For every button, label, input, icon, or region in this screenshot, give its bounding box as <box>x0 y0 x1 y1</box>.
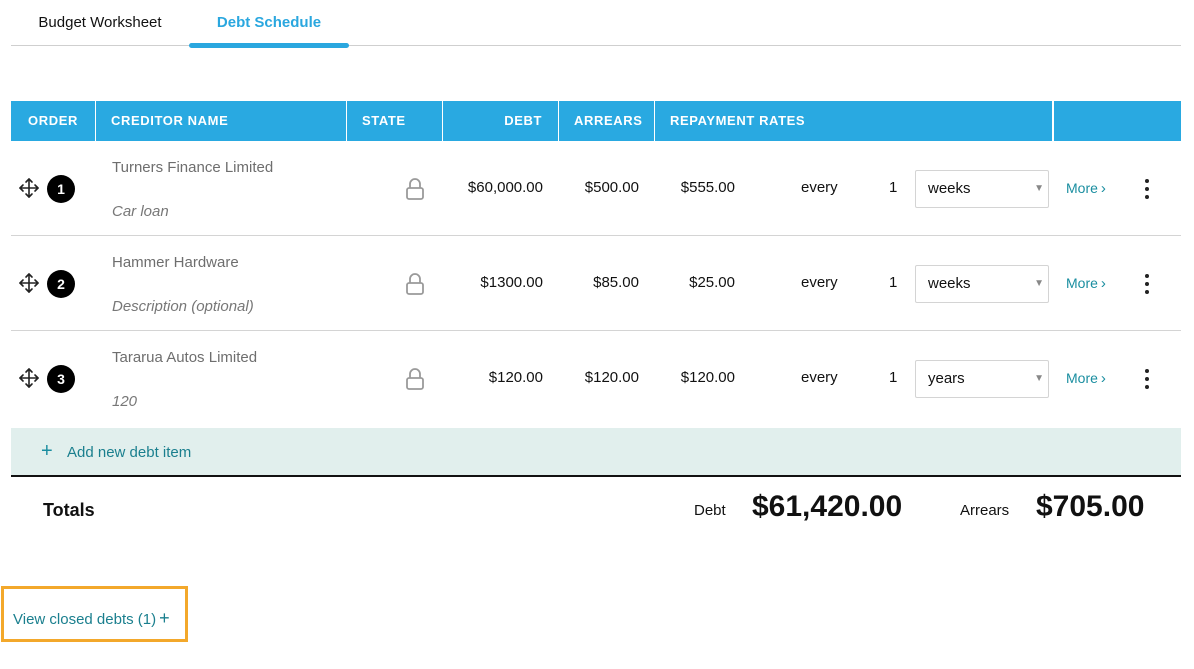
chevron-right-icon: › <box>1100 370 1106 387</box>
period-select[interactable]: years ▼ <box>915 360 1049 398</box>
table-header: ORDER CREDITOR NAME STATE DEBT ARREARS R… <box>11 101 1181 141</box>
add-debt-item-button[interactable]: + Add new debt item <box>11 428 1181 477</box>
header-repayment-rates: REPAYMENT RATES <box>655 101 1053 141</box>
more-label: More <box>1066 275 1098 291</box>
total-arrears-label: Arrears <box>960 502 1010 519</box>
total-debt-label: Debt <box>694 502 726 519</box>
header-debt[interactable]: DEBT <box>443 101 559 141</box>
more-label: More <box>1066 180 1098 196</box>
arrears-value[interactable]: $85.00 <box>559 274 639 291</box>
period-select[interactable]: weeks ▼ <box>915 265 1049 303</box>
period-select-value: weeks <box>928 275 971 292</box>
header-order[interactable]: ORDER <box>11 101 96 141</box>
lock-icon[interactable] <box>404 272 426 296</box>
more-link[interactable]: More › <box>1066 180 1106 197</box>
add-debt-item-label: Add new debt item <box>67 444 192 461</box>
order-badge: 3 <box>47 365 75 393</box>
repayment-amount[interactable]: $25.00 <box>655 274 735 291</box>
debt-value[interactable]: $120.00 <box>443 369 543 386</box>
header-arrears[interactable]: ARREARS <box>559 101 655 141</box>
every-label: every <box>801 274 838 291</box>
header-creditor-name[interactable]: CREDITOR NAME <box>96 101 347 141</box>
table-row: 3 Tararua Autos Limited 120 $120.00 $120… <box>11 331 1181 428</box>
header-state[interactable]: STATE <box>347 101 443 141</box>
more-label: More <box>1066 370 1098 386</box>
more-link[interactable]: More › <box>1066 275 1106 292</box>
debt-schedule-page: Budget Worksheet Debt Schedule ORDER CRE… <box>0 0 1194 669</box>
totals-label: Totals <box>43 500 95 520</box>
arrears-value[interactable]: $500.00 <box>559 179 639 196</box>
frequency-count[interactable]: 1 <box>889 369 897 386</box>
lock-icon[interactable] <box>404 367 426 391</box>
tab-budget-worksheet[interactable]: Budget Worksheet <box>11 0 189 45</box>
repayment-amount[interactable]: $555.00 <box>655 179 735 196</box>
view-closed-debts-link[interactable]: View closed debts (1) + <box>1 586 188 642</box>
move-icon[interactable] <box>18 272 40 294</box>
order-badge: 2 <box>47 270 75 298</box>
lock-icon[interactable] <box>404 177 426 201</box>
kebab-menu-icon[interactable] <box>1139 367 1155 391</box>
frequency-count[interactable]: 1 <box>889 179 897 196</box>
creditor-name[interactable]: Hammer Hardware <box>112 254 239 271</box>
caret-down-icon: ▼ <box>1034 183 1044 194</box>
caret-down-icon: ▼ <box>1034 278 1044 289</box>
every-label: every <box>801 369 838 386</box>
caret-down-icon: ▼ <box>1034 373 1044 384</box>
debt-value[interactable]: $1300.00 <box>443 274 543 291</box>
creditor-name[interactable]: Turners Finance Limited <box>112 159 273 176</box>
tab-debt-schedule[interactable]: Debt Schedule <box>189 0 349 48</box>
move-icon[interactable] <box>18 177 40 199</box>
frequency-count[interactable]: 1 <box>889 274 897 291</box>
order-badge: 1 <box>47 175 75 203</box>
period-select-value: weeks <box>928 180 971 197</box>
table-row: 1 Turners Finance Limited Car loan $60,0… <box>11 141 1181 236</box>
chevron-right-icon: › <box>1100 275 1106 292</box>
period-select-value: years <box>928 370 965 387</box>
tab-bar: Budget Worksheet Debt Schedule <box>11 0 1181 48</box>
creditor-description[interactable]: 120 <box>112 393 137 410</box>
creditor-description[interactable]: Car loan <box>112 203 169 220</box>
period-select[interactable]: weeks ▼ <box>915 170 1049 208</box>
table-row: 2 Hammer Hardware Description (optional)… <box>11 236 1181 331</box>
kebab-menu-icon[interactable] <box>1139 272 1155 296</box>
chevron-right-icon: › <box>1100 180 1106 197</box>
creditor-description[interactable]: Description (optional) <box>112 298 254 315</box>
header-actions <box>1053 101 1181 141</box>
kebab-menu-icon[interactable] <box>1139 177 1155 201</box>
move-icon[interactable] <box>18 367 40 389</box>
debt-value[interactable]: $60,000.00 <box>443 179 543 196</box>
plus-icon: + <box>41 440 53 462</box>
plus-icon: + <box>159 608 170 628</box>
total-debt-value: $61,420.00 <box>752 490 903 523</box>
creditor-name[interactable]: Tararua Autos Limited <box>112 349 257 366</box>
repayment-amount[interactable]: $120.00 <box>655 369 735 386</box>
more-link[interactable]: More › <box>1066 370 1106 387</box>
arrears-value[interactable]: $120.00 <box>559 369 639 386</box>
total-arrears-value: $705.00 <box>1036 490 1145 523</box>
every-label: every <box>801 179 838 196</box>
view-closed-debts-label: View closed debts (1) + <box>13 608 170 628</box>
